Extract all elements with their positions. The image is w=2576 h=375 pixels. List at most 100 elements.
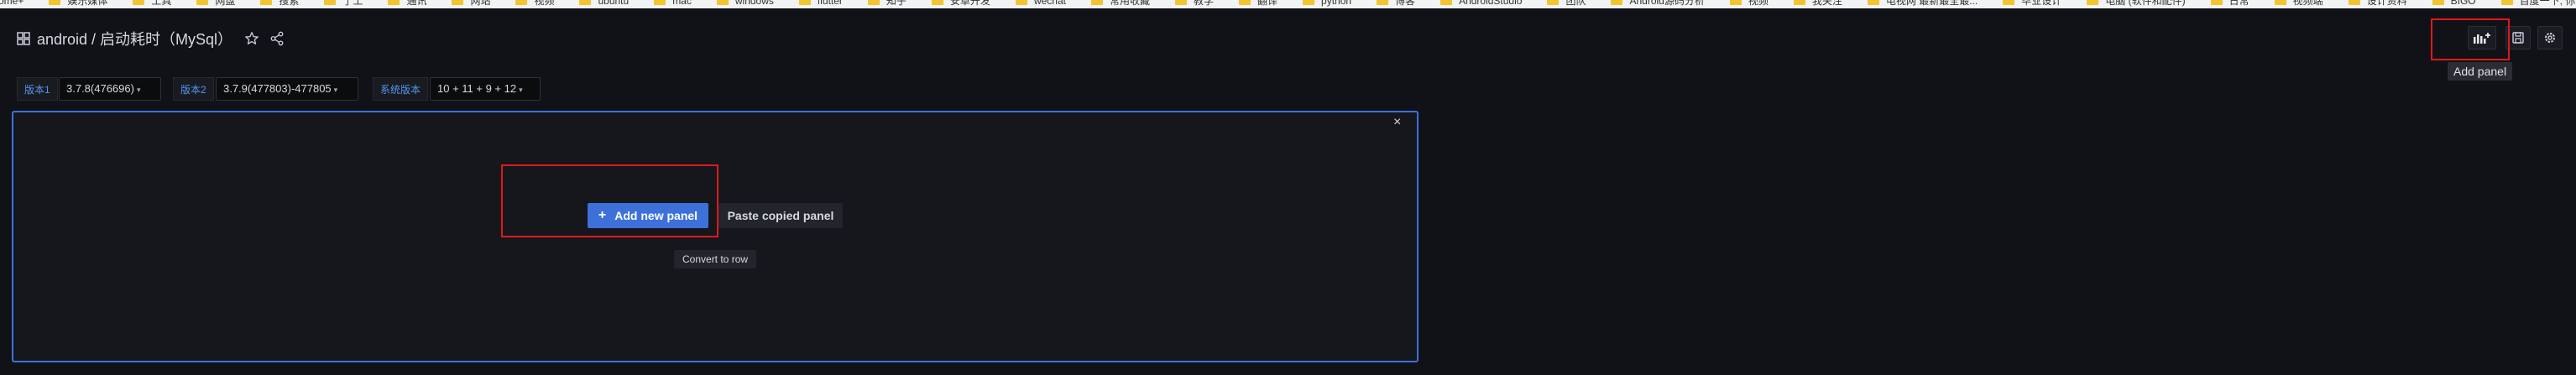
bookmark-item[interactable]: 电脑 (软件和配件) (2087, 0, 2186, 7)
bookmark-item[interactable]: 视频端 (2274, 0, 2323, 6)
bookmark-label: 了工 (342, 0, 363, 7)
bookmark-item[interactable]: 知乎 (867, 0, 907, 6)
folder-icon (2003, 0, 2015, 5)
bookmark-label: wechat (1033, 0, 1066, 7)
bookmark-label: flutter (817, 0, 843, 7)
dashboard-settings-button[interactable] (2537, 26, 2563, 49)
bookmark-item[interactable]: 网站 (452, 0, 490, 6)
folder-icon (798, 0, 811, 5)
bookmark-item[interactable]: 娱乐媒体 (49, 0, 107, 6)
folder-icon (1547, 0, 1560, 5)
folder-icon (654, 0, 666, 5)
bookmark-label: 博客 (1395, 0, 1416, 7)
bookmark-label: 毕业设计 (2021, 0, 2062, 7)
gear-icon (2545, 33, 2555, 43)
bookmark-label: 电视网 最新最全最... (1885, 0, 1978, 7)
bookmark-item[interactable]: 网盘 (196, 0, 235, 6)
add-panel-tooltip: Add panel (2448, 62, 2513, 81)
bookmark-label: 网站 (470, 0, 491, 7)
bookmark-label: mac (672, 0, 692, 7)
bookmark-label: 通讯 (406, 0, 427, 7)
folder-icon (1377, 0, 1389, 5)
bookmark-label: BIGO (2450, 0, 2476, 7)
bookmark-label: 视频 (1748, 0, 1769, 7)
bookmark-item[interactable]: 百度一下, 你就知道 (2500, 0, 2576, 7)
bookmark-item[interactable]: 毕业设计 (2003, 0, 2061, 6)
bookmark-item[interactable]: 了工 (324, 0, 363, 6)
bookmark-item[interactable]: ome+ (0, 0, 24, 6)
bookmark-label: 网盘 (215, 0, 236, 7)
bookmark-label: windows (734, 0, 774, 7)
star-icon[interactable] (244, 31, 259, 46)
folder-icon (2348, 0, 2360, 5)
bookmark-item[interactable]: 博客 (1377, 0, 1415, 6)
variable-label-version1: 版本1 (17, 77, 58, 101)
bookmark-item[interactable]: mac (654, 0, 692, 6)
bookmark-item[interactable]: AndroidStudio (1440, 0, 1522, 6)
folder-icon (2432, 0, 2444, 5)
save-icon (2512, 32, 2524, 44)
bookmark-item[interactable]: ubuntu (579, 0, 629, 6)
paste-copied-panel-button[interactable]: Paste copied panel (718, 203, 843, 228)
folder-icon (1303, 0, 1315, 5)
bookmark-label: 设计资料 (2366, 0, 2407, 7)
bookmark-label: 百度一下, 你就知道 (2519, 0, 2576, 7)
bookmark-item[interactable]: 翻译 (1239, 0, 1278, 6)
folder-icon (1015, 0, 1027, 5)
variable-value-version2: 3.7.9(477803)-477805 (223, 82, 332, 95)
bookmark-item[interactable]: 团队 (1547, 0, 1586, 6)
bookmark-item[interactable]: wechat (1015, 0, 1066, 7)
folder-icon (1239, 0, 1251, 5)
bookmark-label: ome+ (0, 0, 24, 7)
bookmark-label: 视频 (534, 0, 555, 7)
variable-value-version1: 3.7.8(476696) (66, 82, 134, 95)
bookmark-item[interactable]: windows (716, 0, 774, 7)
bookmark-item[interactable]: python (1303, 0, 1351, 6)
convert-to-row-button[interactable]: Convert to row (674, 250, 757, 268)
bookmark-label: 娱乐媒体 (67, 0, 108, 7)
bookmark-item[interactable]: flutter (798, 0, 843, 7)
bookmark-label: python (1321, 0, 1352, 7)
bookmark-item[interactable]: 视频 (515, 0, 554, 6)
bookmarks-bar: ome+ 娱乐媒体 工具 网盘 搜索 了工 通讯 网站 视频 ubuntu mac windows fl… (0, 0, 2576, 8)
variable-select-version2[interactable]: 3.7.9(477803)-477805 ▾ (216, 77, 358, 101)
bookmark-item[interactable]: 工具 (133, 0, 171, 6)
folder-icon (931, 0, 943, 5)
variable-label-version2: 版本2 (173, 77, 214, 101)
bookmark-item[interactable]: BIGO (2432, 0, 2476, 6)
bookmark-item[interactable]: 通讯 (388, 0, 426, 6)
chevron-down-icon: ▾ (136, 86, 141, 94)
page-title[interactable]: android / 启动耗时（MySql） (37, 28, 233, 49)
folder-icon (388, 0, 400, 5)
close-icon[interactable]: × (1393, 115, 1401, 130)
bookmarks-list: ome+ 娱乐媒体 工具 网盘 搜索 了工 通讯 网站 视频 ubuntu mac windows fl… (0, 0, 2576, 6)
variable-select-version1[interactable]: 3.7.8(476696) ▾ (59, 77, 161, 101)
bookmark-item[interactable]: 搜索 (260, 0, 299, 6)
bookmark-item[interactable]: 设计资料 (2348, 0, 2407, 7)
folder-icon (260, 0, 273, 5)
folder-icon (196, 0, 209, 5)
bookmark-label: 常用收藏 (1109, 0, 1150, 7)
bookmark-item[interactable]: Android源码分析 (1611, 0, 1705, 7)
bookmark-label: Android源码分析 (1629, 0, 1705, 7)
share-icon[interactable] (269, 31, 285, 46)
bookmark-item[interactable]: 常用收藏 (1090, 0, 1150, 7)
bookmark-item[interactable]: 教学 (1174, 0, 1214, 6)
folder-icon (1729, 0, 1742, 5)
variable-label-os-version: 系统版本 (373, 77, 429, 101)
folder-icon (2500, 0, 2513, 5)
folder-icon (1440, 0, 1453, 5)
folder-icon (133, 0, 145, 5)
bookmark-item[interactable]: 安卓开发 (931, 0, 990, 6)
bookmark-label: 我关注 (1811, 0, 1842, 7)
bookmark-label: AndroidStudio (1459, 0, 1523, 7)
bookmark-item[interactable]: 我关注 (1793, 0, 1842, 7)
bookmark-item[interactable]: 视频 (1729, 0, 1769, 7)
folder-icon (1611, 0, 1623, 5)
bookmark-item[interactable]: 日常 (2210, 0, 2249, 6)
bookmark-item[interactable]: 电视网 最新最全最... (1867, 0, 1978, 7)
bookmark-label: 团队 (1565, 0, 1586, 7)
apps-grid-icon[interactable] (17, 32, 30, 45)
variable-select-os-version[interactable]: 10 + 11 + 9 + 12 ▾ (430, 77, 541, 101)
bookmark-label: 电脑 (软件和配件) (2105, 0, 2186, 7)
